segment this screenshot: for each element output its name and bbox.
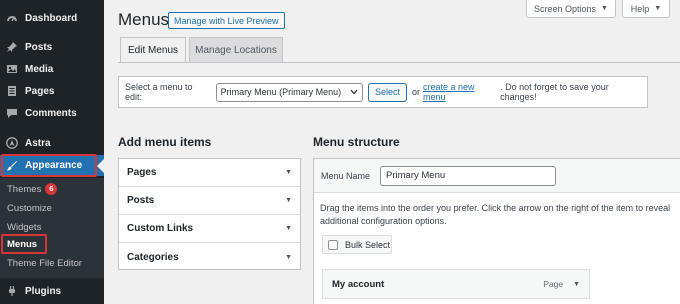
- admin-sidebar: Dashboard Posts Media Pages Comments Ast…: [0, 0, 104, 304]
- sidebar-label: Posts: [25, 41, 53, 53]
- submenu-label: Customize: [7, 203, 52, 214]
- sidebar-label: Dashboard: [25, 12, 78, 24]
- add-menu-items-heading: Add menu items: [118, 135, 212, 149]
- select-menu-bar: Select a menu to edit: Primary Menu (Pri…: [118, 76, 648, 108]
- sidebar-label: Pages: [25, 85, 55, 97]
- sidebar-item-posts[interactable]: Posts: [0, 37, 104, 57]
- select-menu-label: Select a menu to edit:: [125, 82, 193, 102]
- caret-down-icon: ▼: [285, 197, 292, 204]
- caret-down-icon: ▼: [601, 5, 608, 12]
- page-title: Menus: [118, 10, 170, 29]
- plugin-icon: [5, 284, 19, 298]
- submenu-item-customize[interactable]: Customize: [7, 203, 52, 214]
- sidebar-label: Comments: [25, 107, 77, 119]
- select-button[interactable]: Select: [367, 82, 407, 102]
- menu-name-label: Menu Name: [321, 170, 371, 181]
- save-reminder-text: . Do not forget to save your changes!: [500, 82, 609, 102]
- caret-down-icon: ▼: [285, 253, 292, 261]
- sidebar-label: Media: [25, 63, 54, 75]
- menu-item-controls: Page ▼: [543, 279, 580, 289]
- chevron-down-icon: [350, 87, 358, 97]
- menu-name-bar: Menu Name Primary Menu: [314, 159, 680, 193]
- astra-icon: [5, 136, 19, 150]
- highlight-menus: [1, 234, 47, 254]
- accordion-section-pages[interactable]: Pages ▼: [119, 159, 300, 187]
- or-text: or: [411, 87, 420, 97]
- accordion-section-custom-links[interactable]: Custom Links ▼: [119, 215, 300, 243]
- update-count-badge: 6: [45, 183, 58, 195]
- caret-down-icon[interactable]: ▼: [573, 281, 580, 288]
- sidebar-label: Astra: [25, 137, 51, 149]
- menu-item-title: My account: [332, 278, 385, 290]
- submenu-label: Themes: [7, 183, 42, 195]
- selected-menu-value: Primary Menu (Primary Menu): [220, 87, 342, 97]
- menu-item-type: Page: [543, 279, 564, 289]
- manage-live-preview-button[interactable]: Manage with Live Preview: [168, 12, 285, 29]
- submenu-item-widgets[interactable]: Widgets: [7, 222, 41, 233]
- caret-down-icon: ▼: [285, 169, 292, 176]
- media-icon: [5, 62, 19, 76]
- tab-manage-locations[interactable]: Manage Locations: [189, 37, 283, 62]
- drag-instructions: Drag the items into the order you prefer…: [320, 203, 671, 226]
- dashboard-icon: [5, 11, 19, 25]
- comments-icon: [5, 106, 19, 120]
- sidebar-item-dashboard[interactable]: Dashboard: [0, 8, 104, 28]
- help-button[interactable]: Help ▼: [622, 0, 670, 18]
- screen-options-button[interactable]: Screen Options ▼: [526, 0, 616, 18]
- highlight-appearance: [1, 154, 97, 177]
- menu-select-dropdown[interactable]: Primary Menu (Primary Menu): [215, 82, 363, 102]
- current-menu-arrow: [97, 158, 104, 173]
- pages-icon: [5, 84, 19, 98]
- screen-options-label: Screen Options: [534, 3, 597, 14]
- accordion-title: Custom Links: [127, 223, 194, 234]
- caret-down-icon: ▼: [285, 225, 292, 232]
- help-label: Help: [630, 3, 650, 14]
- submenu-item-themes[interactable]: Themes 6: [7, 183, 58, 195]
- submenu-item-theme-file-editor[interactable]: Theme File Editor: [7, 258, 82, 269]
- accordion-title: Pages: [127, 167, 157, 178]
- menu-name-input[interactable]: Primary Menu: [380, 165, 557, 186]
- menu-item-my-account[interactable]: My account Page ▼: [322, 269, 590, 299]
- sidebar-item-comments[interactable]: Comments: [0, 103, 104, 123]
- sidebar-label: Plugins: [25, 285, 62, 297]
- caret-down-icon: ▼: [654, 5, 662, 12]
- sidebar-item-plugins[interactable]: Plugins: [0, 281, 104, 301]
- accordion-section-categories[interactable]: Categories ▼: [119, 243, 300, 271]
- add-menu-items-accordion: Pages ▼ Posts ▼ Custom Links ▼ Categorie…: [118, 158, 301, 270]
- menu-structure-heading: Menu structure: [313, 135, 400, 149]
- sidebar-item-pages[interactable]: Pages: [0, 81, 104, 101]
- accordion-title: Categories: [127, 251, 179, 263]
- submenu-label: Theme File Editor: [7, 258, 82, 269]
- accordion-title: Posts: [127, 195, 155, 206]
- bulk-select-label: Bulk Select: [345, 239, 391, 250]
- accordion-section-posts[interactable]: Posts ▼: [119, 187, 300, 215]
- bulk-select-toggle[interactable]: Bulk Select: [322, 235, 392, 254]
- tab-edit-menus[interactable]: Edit Menus: [120, 37, 186, 62]
- tabs-divider: [118, 62, 680, 63]
- sidebar-item-astra[interactable]: Astra: [0, 133, 104, 153]
- appearance-submenu: Themes 6 Customize Widgets Menus Theme F…: [0, 178, 104, 278]
- menu-structure-panel: Menu Name Primary Menu Drag the items in…: [313, 158, 680, 304]
- create-new-menu-link[interactable]: create a new menu: [423, 82, 499, 102]
- submenu-label: Widgets: [7, 222, 42, 233]
- pin-icon: [5, 40, 19, 54]
- bulk-select-checkbox[interactable]: [328, 239, 338, 250]
- sidebar-item-media[interactable]: Media: [0, 59, 104, 79]
